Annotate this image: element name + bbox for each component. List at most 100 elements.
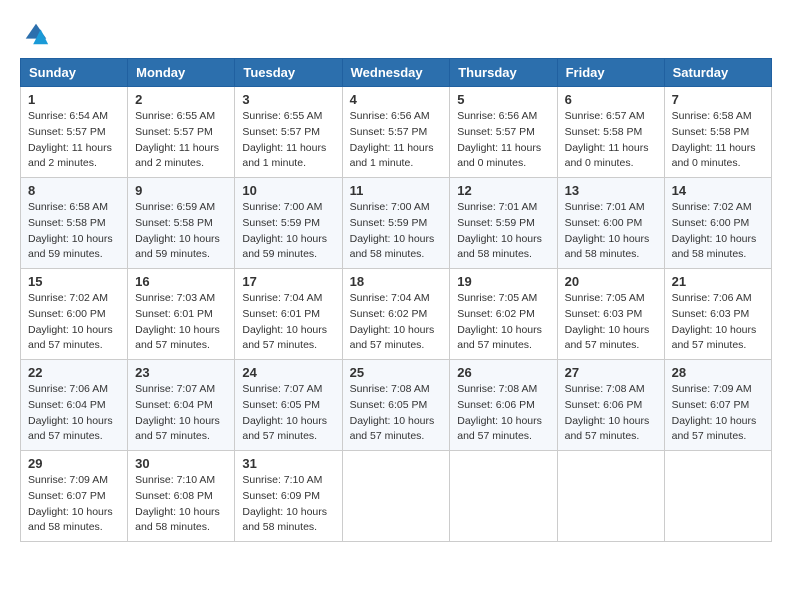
day-number: 4	[350, 92, 443, 107]
calendar-cell-21: 21 Sunrise: 7:06 AMSunset: 6:03 PMDaylig…	[664, 269, 771, 360]
empty-cell	[450, 451, 557, 542]
logo	[20, 20, 50, 48]
calendar-week-2: 15 Sunrise: 7:02 AMSunset: 6:00 PMDaylig…	[21, 269, 772, 360]
weekday-monday: Monday	[128, 59, 235, 87]
calendar-cell-16: 16 Sunrise: 7:03 AMSunset: 6:01 PMDaylig…	[128, 269, 235, 360]
weekday-sunday: Sunday	[21, 59, 128, 87]
weekday-tuesday: Tuesday	[235, 59, 342, 87]
day-number: 22	[28, 365, 120, 380]
day-number: 23	[135, 365, 227, 380]
day-info: Sunrise: 7:00 AMSunset: 5:59 PMDaylight:…	[350, 201, 435, 260]
day-number: 29	[28, 456, 120, 471]
calendar-cell-14: 14 Sunrise: 7:02 AMSunset: 6:00 PMDaylig…	[664, 178, 771, 269]
calendar-cell-9: 9 Sunrise: 6:59 AMSunset: 5:58 PMDayligh…	[128, 178, 235, 269]
day-info: Sunrise: 7:08 AMSunset: 6:05 PMDaylight:…	[350, 383, 435, 442]
day-number: 1	[28, 92, 120, 107]
day-info: Sunrise: 7:08 AMSunset: 6:06 PMDaylight:…	[565, 383, 650, 442]
calendar-week-4: 29 Sunrise: 7:09 AMSunset: 6:07 PMDaylig…	[21, 451, 772, 542]
day-number: 15	[28, 274, 120, 289]
empty-cell	[342, 451, 450, 542]
calendar-week-0: 1 Sunrise: 6:54 AMSunset: 5:57 PMDayligh…	[21, 87, 772, 178]
day-number: 31	[242, 456, 334, 471]
day-info: Sunrise: 6:59 AMSunset: 5:58 PMDaylight:…	[135, 201, 220, 260]
weekday-saturday: Saturday	[664, 59, 771, 87]
day-number: 5	[457, 92, 549, 107]
day-info: Sunrise: 7:03 AMSunset: 6:01 PMDaylight:…	[135, 292, 220, 351]
calendar-table: SundayMondayTuesdayWednesdayThursdayFrid…	[20, 58, 772, 542]
day-number: 27	[565, 365, 657, 380]
calendar-cell-20: 20 Sunrise: 7:05 AMSunset: 6:03 PMDaylig…	[557, 269, 664, 360]
day-info: Sunrise: 7:04 AMSunset: 6:01 PMDaylight:…	[242, 292, 327, 351]
calendar-cell-25: 25 Sunrise: 7:08 AMSunset: 6:05 PMDaylig…	[342, 360, 450, 451]
calendar-cell-26: 26 Sunrise: 7:08 AMSunset: 6:06 PMDaylig…	[450, 360, 557, 451]
day-number: 25	[350, 365, 443, 380]
day-info: Sunrise: 6:58 AMSunset: 5:58 PMDaylight:…	[672, 110, 756, 169]
day-number: 20	[565, 274, 657, 289]
calendar-week-3: 22 Sunrise: 7:06 AMSunset: 6:04 PMDaylig…	[21, 360, 772, 451]
day-info: Sunrise: 7:02 AMSunset: 6:00 PMDaylight:…	[28, 292, 113, 351]
calendar-cell-31: 31 Sunrise: 7:10 AMSunset: 6:09 PMDaylig…	[235, 451, 342, 542]
day-info: Sunrise: 6:55 AMSunset: 5:57 PMDaylight:…	[135, 110, 219, 169]
day-info: Sunrise: 7:09 AMSunset: 6:07 PMDaylight:…	[28, 474, 113, 533]
day-info: Sunrise: 7:01 AMSunset: 6:00 PMDaylight:…	[565, 201, 650, 260]
day-info: Sunrise: 6:56 AMSunset: 5:57 PMDaylight:…	[350, 110, 434, 169]
calendar-cell-23: 23 Sunrise: 7:07 AMSunset: 6:04 PMDaylig…	[128, 360, 235, 451]
calendar-cell-5: 5 Sunrise: 6:56 AMSunset: 5:57 PMDayligh…	[450, 87, 557, 178]
weekday-thursday: Thursday	[450, 59, 557, 87]
calendar-cell-13: 13 Sunrise: 7:01 AMSunset: 6:00 PMDaylig…	[557, 178, 664, 269]
day-number: 21	[672, 274, 764, 289]
day-number: 8	[28, 183, 120, 198]
day-number: 19	[457, 274, 549, 289]
weekday-header-row: SundayMondayTuesdayWednesdayThursdayFrid…	[21, 59, 772, 87]
calendar-cell-7: 7 Sunrise: 6:58 AMSunset: 5:58 PMDayligh…	[664, 87, 771, 178]
day-info: Sunrise: 6:54 AMSunset: 5:57 PMDaylight:…	[28, 110, 112, 169]
day-number: 14	[672, 183, 764, 198]
day-info: Sunrise: 7:06 AMSunset: 6:04 PMDaylight:…	[28, 383, 113, 442]
day-number: 28	[672, 365, 764, 380]
day-number: 6	[565, 92, 657, 107]
day-number: 3	[242, 92, 334, 107]
day-number: 18	[350, 274, 443, 289]
calendar-cell-15: 15 Sunrise: 7:02 AMSunset: 6:00 PMDaylig…	[21, 269, 128, 360]
day-number: 12	[457, 183, 549, 198]
calendar-cell-11: 11 Sunrise: 7:00 AMSunset: 5:59 PMDaylig…	[342, 178, 450, 269]
day-number: 2	[135, 92, 227, 107]
calendar-cell-22: 22 Sunrise: 7:06 AMSunset: 6:04 PMDaylig…	[21, 360, 128, 451]
day-number: 24	[242, 365, 334, 380]
calendar-cell-3: 3 Sunrise: 6:55 AMSunset: 5:57 PMDayligh…	[235, 87, 342, 178]
day-number: 30	[135, 456, 227, 471]
calendar-cell-8: 8 Sunrise: 6:58 AMSunset: 5:58 PMDayligh…	[21, 178, 128, 269]
day-info: Sunrise: 7:10 AMSunset: 6:08 PMDaylight:…	[135, 474, 220, 533]
calendar-body: 1 Sunrise: 6:54 AMSunset: 5:57 PMDayligh…	[21, 87, 772, 542]
day-info: Sunrise: 7:07 AMSunset: 6:04 PMDaylight:…	[135, 383, 220, 442]
calendar-cell-10: 10 Sunrise: 7:00 AMSunset: 5:59 PMDaylig…	[235, 178, 342, 269]
day-info: Sunrise: 6:55 AMSunset: 5:57 PMDaylight:…	[242, 110, 326, 169]
day-info: Sunrise: 7:09 AMSunset: 6:07 PMDaylight:…	[672, 383, 757, 442]
day-number: 11	[350, 183, 443, 198]
day-number: 10	[242, 183, 334, 198]
calendar-cell-27: 27 Sunrise: 7:08 AMSunset: 6:06 PMDaylig…	[557, 360, 664, 451]
weekday-wednesday: Wednesday	[342, 59, 450, 87]
calendar-cell-4: 4 Sunrise: 6:56 AMSunset: 5:57 PMDayligh…	[342, 87, 450, 178]
day-number: 17	[242, 274, 334, 289]
calendar-cell-24: 24 Sunrise: 7:07 AMSunset: 6:05 PMDaylig…	[235, 360, 342, 451]
day-info: Sunrise: 7:04 AMSunset: 6:02 PMDaylight:…	[350, 292, 435, 351]
day-info: Sunrise: 6:56 AMSunset: 5:57 PMDaylight:…	[457, 110, 541, 169]
day-info: Sunrise: 7:05 AMSunset: 6:03 PMDaylight:…	[565, 292, 650, 351]
calendar-cell-6: 6 Sunrise: 6:57 AMSunset: 5:58 PMDayligh…	[557, 87, 664, 178]
calendar-cell-17: 17 Sunrise: 7:04 AMSunset: 6:01 PMDaylig…	[235, 269, 342, 360]
day-info: Sunrise: 7:07 AMSunset: 6:05 PMDaylight:…	[242, 383, 327, 442]
calendar-cell-2: 2 Sunrise: 6:55 AMSunset: 5:57 PMDayligh…	[128, 87, 235, 178]
calendar-cell-29: 29 Sunrise: 7:09 AMSunset: 6:07 PMDaylig…	[21, 451, 128, 542]
day-info: Sunrise: 7:00 AMSunset: 5:59 PMDaylight:…	[242, 201, 327, 260]
day-info: Sunrise: 7:08 AMSunset: 6:06 PMDaylight:…	[457, 383, 542, 442]
day-number: 13	[565, 183, 657, 198]
calendar-week-1: 8 Sunrise: 6:58 AMSunset: 5:58 PMDayligh…	[21, 178, 772, 269]
empty-cell	[664, 451, 771, 542]
weekday-friday: Friday	[557, 59, 664, 87]
day-info: Sunrise: 7:06 AMSunset: 6:03 PMDaylight:…	[672, 292, 757, 351]
calendar-cell-18: 18 Sunrise: 7:04 AMSunset: 6:02 PMDaylig…	[342, 269, 450, 360]
calendar-cell-19: 19 Sunrise: 7:05 AMSunset: 6:02 PMDaylig…	[450, 269, 557, 360]
day-info: Sunrise: 6:58 AMSunset: 5:58 PMDaylight:…	[28, 201, 113, 260]
calendar-cell-28: 28 Sunrise: 7:09 AMSunset: 6:07 PMDaylig…	[664, 360, 771, 451]
